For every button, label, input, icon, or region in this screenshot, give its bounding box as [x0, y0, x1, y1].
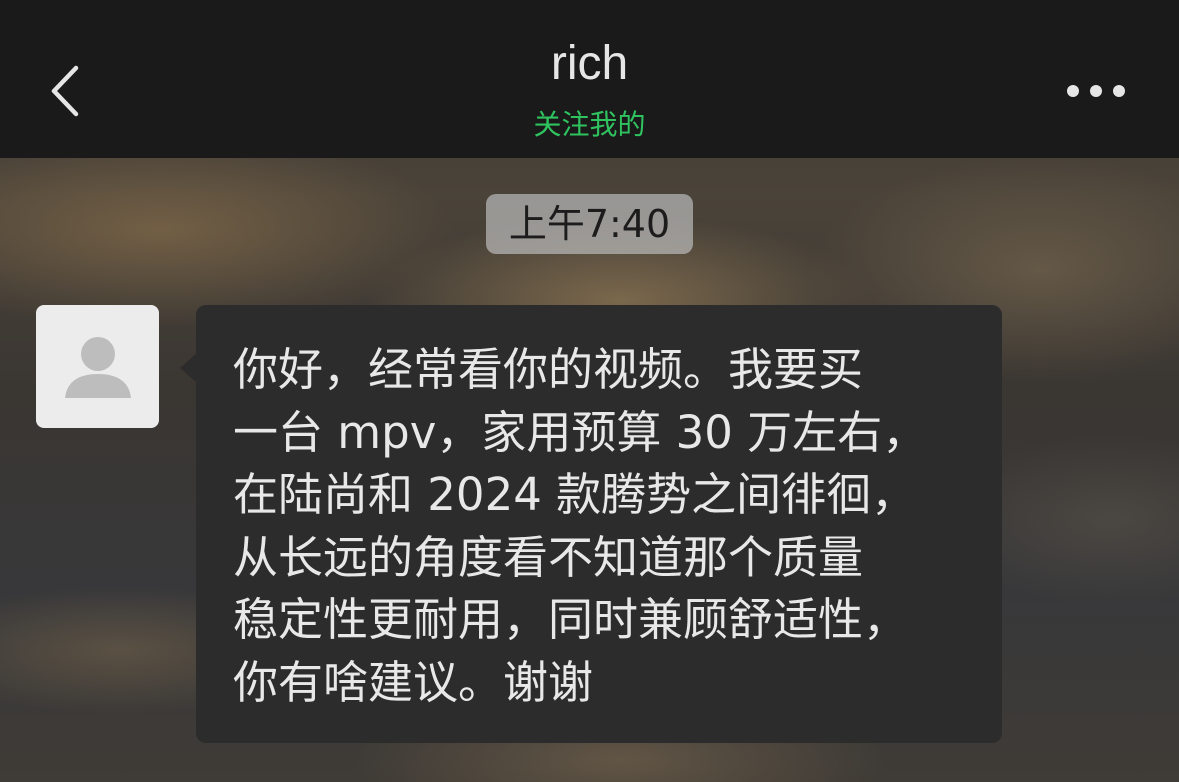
avatar[interactable] — [36, 305, 159, 428]
ellipsis-icon — [1067, 85, 1125, 97]
default-user-avatar-icon — [64, 336, 131, 398]
bubble-tail — [180, 353, 197, 383]
more-options-button[interactable] — [1058, 70, 1134, 112]
chat-subtitle: 关注我的 — [533, 108, 646, 141]
message-timestamp: 上午7:40 — [486, 194, 693, 254]
message-bubble[interactable]: 你好，经常看你的视频。我要买 一台 mpv，家用预算 30 万左右， 在陆尚和 … — [196, 305, 1002, 743]
chat-header: rich 关注我的 — [0, 0, 1179, 158]
chat-title: rich — [550, 37, 629, 90]
message-text: 你好，经常看你的视频。我要买 一台 mpv，家用预算 30 万左右， 在陆尚和 … — [233, 343, 928, 709]
